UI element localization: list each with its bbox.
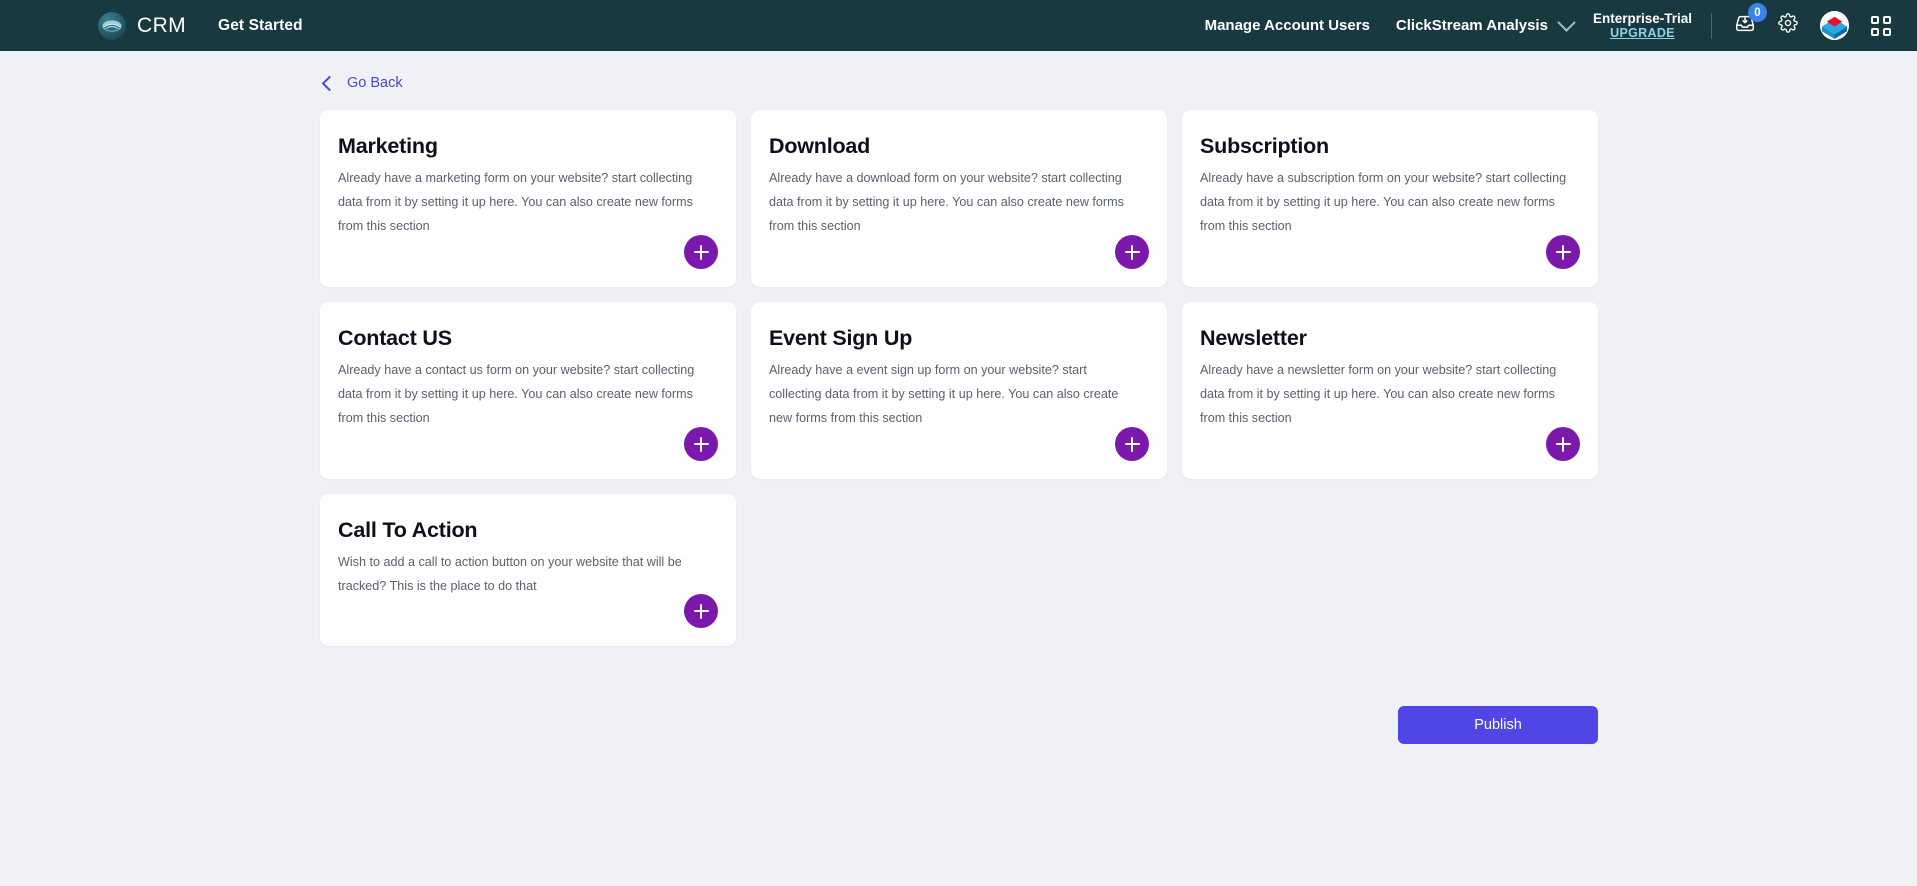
- brand-name: CRM: [137, 13, 187, 37]
- nav-item-manage-account-users[interactable]: Manage Account Users: [1205, 17, 1370, 34]
- card-description: Already have a subscription form on your…: [1200, 171, 1567, 233]
- plus-icon: [700, 603, 702, 619]
- plus-icon: [1131, 436, 1133, 452]
- upgrade-link[interactable]: UPGRADE: [1610, 26, 1675, 40]
- card-description: Already have a newsletter form on your w…: [1200, 363, 1557, 425]
- form-card-call-to-action[interactable]: Call To Action Wish to add a call to act…: [320, 494, 736, 646]
- go-back-label: Go Back: [347, 75, 403, 91]
- top-navigation-bar: CRM Get Started Manage Account Users Cli…: [0, 0, 1917, 51]
- card-title: Contact US: [338, 326, 452, 350]
- add-newsletter-form-button[interactable]: [1546, 427, 1580, 461]
- plus-icon: [1131, 244, 1133, 260]
- apps-grid-button[interactable]: [1871, 15, 1891, 36]
- form-card-contact-us[interactable]: Contact US Already have a contact us for…: [320, 302, 736, 479]
- form-card-marketing[interactable]: Marketing Already have a marketing form …: [320, 110, 736, 287]
- go-back-button[interactable]: Go Back: [320, 51, 403, 91]
- brand-group[interactable]: CRM: [98, 11, 187, 40]
- form-card-download[interactable]: Download Already have a download form on…: [751, 110, 1167, 287]
- account-avatar-icon: [1820, 11, 1849, 40]
- plus-icon: [1562, 244, 1564, 260]
- inbox-badge-count: 0: [1748, 3, 1767, 22]
- publish-row: Publish: [320, 706, 1598, 744]
- chevron-down-icon: [1557, 13, 1576, 32]
- top-navigation-right-group: Manage Account Users ClickStream Analysi…: [1205, 0, 1917, 51]
- apps-grid-icon: [1871, 15, 1891, 36]
- add-call-to-action-button[interactable]: [684, 594, 718, 628]
- add-marketing-form-button[interactable]: [684, 235, 718, 269]
- clickstream-analysis-label: ClickStream Analysis: [1395, 17, 1548, 34]
- form-card-event-sign-up[interactable]: Event Sign Up Already have a event sign …: [751, 302, 1167, 479]
- card-description: Wish to add a call to action button on y…: [338, 555, 682, 593]
- add-subscription-form-button[interactable]: [1546, 235, 1580, 269]
- add-event-sign-up-form-button[interactable]: [1115, 427, 1149, 461]
- card-description: Already have a event sign up form on you…: [769, 363, 1119, 425]
- form-card-subscription[interactable]: Subscription Already have a subscription…: [1182, 110, 1598, 287]
- plan-status-group: Enterprise-Trial UPGRADE: [1593, 11, 1692, 41]
- account-avatar-button[interactable]: [1820, 11, 1849, 40]
- add-contact-us-form-button[interactable]: [684, 427, 718, 461]
- card-title: Subscription: [1200, 134, 1329, 158]
- form-card-newsletter[interactable]: Newsletter Already have a newsletter for…: [1182, 302, 1598, 479]
- plus-icon: [1562, 436, 1564, 452]
- card-description: Already have a download form on your web…: [769, 171, 1124, 233]
- card-title: Marketing: [338, 134, 438, 158]
- header-divider: [1711, 12, 1712, 39]
- card-title: Call To Action: [338, 518, 478, 542]
- add-download-form-button[interactable]: [1115, 235, 1149, 269]
- plus-icon: [700, 244, 702, 260]
- main-content: Go Back Marketing Already have a marketi…: [0, 51, 1917, 744]
- chevron-left-icon: [321, 75, 338, 91]
- form-type-card-grid: Marketing Already have a marketing form …: [320, 110, 1598, 646]
- cloud-logo-icon: [98, 11, 126, 40]
- card-title: Download: [769, 134, 871, 158]
- card-description: Already have a contact us form on your w…: [338, 363, 695, 425]
- card-description: Already have a marketing form on your we…: [338, 171, 693, 233]
- plus-icon: [700, 436, 702, 452]
- settings-button[interactable]: [1778, 13, 1798, 38]
- gear-icon: [1778, 13, 1798, 38]
- plan-name-label: Enterprise-Trial: [1592, 10, 1692, 26]
- inbox-download-button[interactable]: 0: [1734, 3, 1767, 39]
- nav-item-clickstream-analysis[interactable]: ClickStream Analysis: [1395, 13, 1576, 34]
- card-title: Event Sign Up: [769, 326, 913, 350]
- card-title: Newsletter: [1200, 326, 1307, 350]
- publish-button[interactable]: Publish: [1398, 706, 1598, 744]
- nav-item-get-started[interactable]: Get Started: [218, 17, 303, 35]
